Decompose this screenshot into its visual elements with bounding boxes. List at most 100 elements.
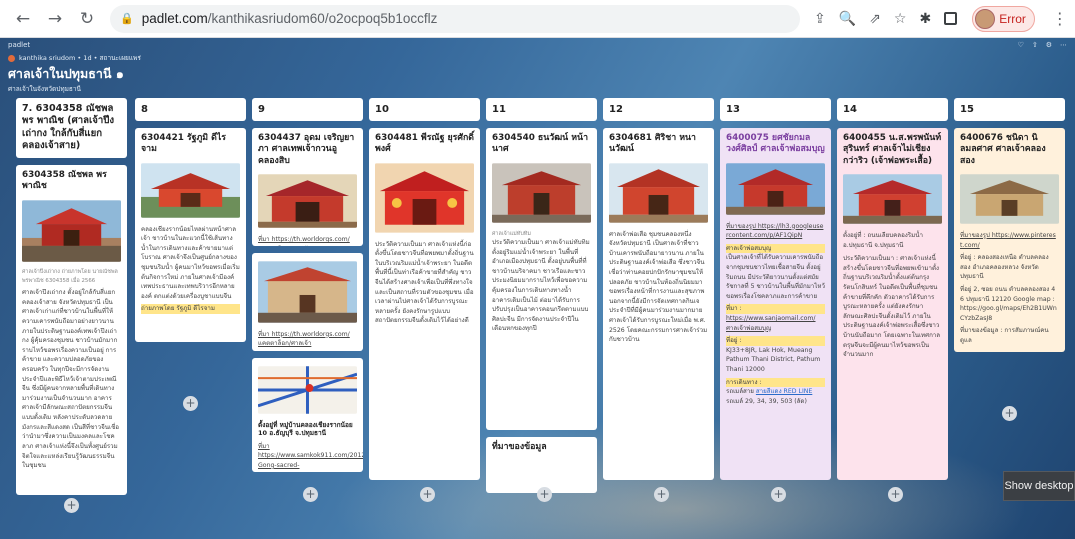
post-card[interactable]: 6304540 ธนวัฒน์ หน้านาศ ศาลเจ้าแม่ทับทิม… [486,128,597,430]
post-title: 6304437 อุดม เจริญยาภา ศาลเทพเจ้ากวนอูคล… [258,133,355,166]
author-avatar [8,54,15,62]
address-text: KJ33+8JR, Lak Hok, Mueang Pathum Thani D… [726,346,821,374]
post-card[interactable]: ที่มา https://th.worldorgs.com/แคตตาล็อก… [252,253,363,351]
shrine-photo[interactable] [609,163,708,223]
post-body: คลองเชียงรากน้อยไหลผ่านหน้าศาลเจ้า ชาวบ้… [141,225,240,300]
column-title[interactable]: 11 [486,98,597,121]
post-card[interactable]: 6304437 อุดม เจริญยาภา ศาลเทพเจ้ากวนอูคล… [252,128,363,246]
post-card[interactable]: 6304358 ณัชพล พรพาณิช ศาลเจ้าปึงเถ่ากง ถ… [16,164,127,495]
column-title[interactable]: 15 [954,98,1065,121]
column-14: 14 6400455 น.ส.พรพนันท์ สุรินทร์ ศาลเจ้า… [837,98,948,480]
profile-error-label: Error [999,11,1026,26]
source-link[interactable]: ที่มา https://th.worldorgs.com/แคตตาล็อก… [258,235,357,246]
shrine-photo[interactable] [22,200,121,262]
post-title: ที่มาของข้อมูล [492,442,547,452]
add-post-button[interactable]: + [654,487,669,502]
map-text: ที่อยู่ 2, ซอย ถนน ตำบลคลองสอง 46 ปทุมธา… [960,286,1057,322]
bookmark-star-icon[interactable]: ☆ [894,11,907,27]
column-title[interactable]: 8 [135,98,246,121]
padlet-board: padlet ♡ ⇧ ⚙ ⋯ kanthika sriudom • 1d • ส… [0,38,1075,539]
column-title[interactable]: 9 [252,98,363,121]
column-title[interactable]: 7. 6304358 ณัชพล พร พาณิช (ศาลเจ้าปึงเถ่… [16,98,127,158]
heart-icon[interactable]: ♡ [1018,41,1024,49]
column-title[interactable]: 10 [369,98,480,121]
share-icon[interactable]: ⇗ [869,11,881,27]
shrine-photo[interactable] [726,163,825,215]
add-post-button[interactable]: + [183,396,198,411]
add-post-button[interactable]: + [537,487,552,502]
back-arrow-icon[interactable]: ← [14,9,32,29]
padlet-logo[interactable]: padlet [8,41,30,49]
post-body: เป็นศาลเจ้าที่ได้รับความเคารพนับถือจากชุ… [726,254,825,300]
shrine-photo[interactable] [258,261,357,323]
more-menu-icon[interactable]: ⋯ [1060,41,1067,49]
post-card[interactable]: ที่มาของข้อมูล [486,437,597,493]
share-menu-icon[interactable]: ⇧ [1032,41,1038,49]
post-card[interactable]: 6400676 ชนิดา นิลมลศาศ ศาลเจ้าคลองสอง ที… [954,128,1065,352]
post-card[interactable]: 6400075 ยศชัยกมล วงศ์ศิลป์ ศาลเจ้าพ่อสมบ… [720,128,831,480]
column-8: 8 6304421 รัฐภูมิ ดีไรจาม คลองเชียงรากน้… [135,98,246,411]
show-desktop-tooltip[interactable]: Show desktop [1003,471,1075,501]
shrine-photo[interactable] [492,163,591,223]
post-card[interactable]: 6304681 ศิริชา หนานวัฒน์ ศาลเจ้าพ่อเสือ … [603,128,714,480]
lock-icon[interactable]: 🔒 [120,12,134,25]
post-body: ประวัติความเป็นมา : ศาลเจ้าแห่งนี้สร้างข… [843,255,941,359]
extensions-puzzle-icon[interactable]: ✱ [919,11,931,27]
photo-caption: ศาลเจ้าแม่ทับทิม [492,230,531,237]
source-link[interactable]: https://www.sanjaomail.com/ศาลเจ้าพ่อสมบ… [726,314,825,333]
page-title: ศาลเจ้าในปทุมธานี ๑ [8,66,124,81]
post-title: 6304421 รัฐภูมิ ดีไรจาม [141,133,227,155]
add-post-button[interactable]: + [64,498,79,513]
source-link[interactable]: ที่มา https://www.samkok911.com/2012/12/… [258,442,363,471]
address-bar[interactable]: 🔒 padlet.com/kanthikasriudom60/o2ocpoq5b… [110,4,800,33]
address-text: ตั้งอยู่ที่ : ถนนเลียบคลองริมน้ำ อ.ปทุมธ… [843,231,923,249]
add-post-button[interactable]: + [771,487,786,502]
post-note: ถ่ายภาพโดย รัฐภูมิ ดีไรจาม [141,304,240,315]
bus-line: รถเมล์ 29, 34, 39, 503 (ลัด) [726,397,807,405]
section-label: ที่มา : [726,304,825,315]
shrine-photo[interactable] [843,174,942,225]
add-post-button[interactable]: + [303,487,318,502]
column-11: 11 6304540 ธนวัฒน์ หน้านาศ ศาลเจ้าแม่ทับ… [486,98,597,493]
post-body: ประวัติความเป็นมา ศาลเจ้าแห่งนี้ก่อตั้งข… [375,240,474,325]
add-post-button[interactable]: + [420,487,435,502]
source-link[interactable]: ที่มาของรูป https://www.pinterest.com/ [960,231,1059,250]
add-post-button[interactable]: + [888,487,903,502]
post-title: 6400455 น.ส.พรพนันท์ สุรินทร์ ศาลเจ้าไม่… [843,133,942,166]
column-12: 12 6304681 ศิริชา หนานวัฒน์ ศาลเจ้าพ่อเส… [603,98,714,480]
shrine-photo[interactable] [258,174,357,228]
post-card[interactable]: ตั้งอยู่ที่ หมู่บ้านคลองเชียงรากน้อย 10 … [252,358,363,472]
shrine-photo[interactable] [960,174,1059,225]
scrollbar[interactable] [1062,98,1070,368]
post-body: ประวัติความเป็นมา ศาลเจ้าแม่ทับทิมตั้งอย… [492,238,590,333]
column-title[interactable]: 14 [837,98,948,121]
shrine-photo[interactable] [141,163,240,218]
post-title: 6400676 ชนิดา นิลมลศาศ ศาลเจ้าคลองสอง [960,133,1046,166]
source-link[interactable]: ที่มาของรูป https://lh3.googleuserconten… [726,222,825,241]
add-post-button[interactable]: + [1002,406,1017,421]
section-label: การเดินทาง : [726,377,825,388]
padlet-meta: kanthika sriudom • 1d • สถานะเผยแพร่ [19,54,141,62]
install-app-icon[interactable]: ⇪ [814,11,826,27]
shrine-photo[interactable] [375,163,474,233]
map-image[interactable] [257,366,358,414]
column-7: 7. 6304358 ณัชพล พร พาณิช (ศาลเจ้าปึงเถ่… [16,98,127,513]
settings-gear-icon[interactable]: ⚙ [1046,41,1052,49]
source-link[interactable]: ที่มา https://th.worldorgs.com/แคตตาล็อก… [258,330,357,349]
post-card[interactable]: 6304421 รัฐภูมิ ดีไรจาม คลองเชียงรากน้อย… [135,128,246,342]
post-card[interactable]: 6304481 พีรณัฐ ยุรศักดิ์พงศ์ ประวัติความ… [369,128,480,480]
browser-menu-icon[interactable]: ⋮ [1052,9,1068,28]
url-text[interactable]: padlet.com/kanthikasriudom60/o2ocpoq5b1o… [142,11,438,26]
column-13: 13 6400075 ยศชัยกมล วงศ์ศิลป์ ศาลเจ้าพ่อ… [720,98,831,480]
column-title[interactable]: 13 [720,98,831,121]
sidebar-icon[interactable] [944,12,958,25]
avatar [975,8,996,29]
zoom-icon[interactable]: 🔍 [839,11,856,27]
post-card[interactable]: 6400455 น.ส.พรพนันท์ สุรินทร์ ศาลเจ้าไม่… [837,128,948,480]
profile-button[interactable]: Error [972,5,1035,32]
reload-icon[interactable]: ↻ [78,9,96,29]
transit-line: รถเมล์สาย สายสีแดง RED LINE [726,388,813,396]
post-body: ศาลเจ้าพ่อเสือ ชุมชนคลองหนึ่ง จังหวัดปทุ… [609,230,708,344]
column-title[interactable]: 12 [603,98,714,121]
forward-arrow-icon[interactable]: → [46,9,64,29]
